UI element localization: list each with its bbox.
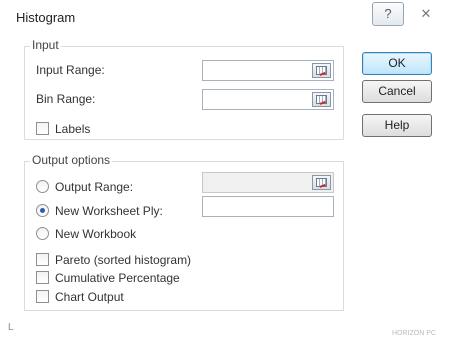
close-icon[interactable]: ✕ (410, 2, 442, 26)
new-workbook-radio-label: New Workbook (55, 227, 137, 241)
chart-output-checkbox[interactable] (36, 290, 49, 303)
bin-range-label: Bin Range: (36, 92, 96, 106)
ok-button[interactable]: OK (362, 52, 432, 75)
histogram-dialog: Histogram ? ✕ Input Input Range: Bin Ran… (0, 0, 454, 341)
cancel-button[interactable]: Cancel (362, 80, 432, 103)
bin-range-field[interactable] (202, 89, 334, 110)
output-range-radio[interactable] (36, 180, 49, 193)
new-worksheet-radio-label: New Worksheet Ply: (55, 204, 163, 218)
output-options-label: Output options (30, 153, 113, 167)
dialog-title: Histogram (16, 10, 76, 25)
output-range-collapse-icon[interactable] (312, 175, 331, 190)
cumulative-percentage-checkbox[interactable] (36, 271, 49, 284)
labels-checkbox[interactable] (36, 122, 49, 135)
new-worksheet-field[interactable] (202, 196, 334, 217)
bin-range-collapse-icon[interactable] (312, 92, 331, 107)
labels-checkbox-label: Labels (55, 122, 91, 136)
corner-mark: L (8, 322, 14, 333)
input-group-label: Input (30, 38, 61, 52)
output-range-radio-label: Output Range: (55, 180, 134, 194)
output-range-field[interactable] (202, 172, 334, 193)
cumulative-percentage-checkbox-label: Cumulative Percentage (55, 271, 180, 285)
pareto-checkbox-label: Pareto (sorted histogram) (55, 253, 192, 267)
new-worksheet-radio[interactable] (36, 204, 49, 217)
input-range-collapse-icon[interactable] (312, 63, 331, 78)
pareto-checkbox[interactable] (36, 253, 49, 266)
new-workbook-radio[interactable] (36, 227, 49, 240)
title-bar: Histogram ? ✕ (0, 0, 454, 34)
input-range-field[interactable] (202, 60, 334, 81)
help-button[interactable]: Help (362, 114, 432, 137)
chart-output-checkbox-label: Chart Output (55, 290, 124, 304)
watermark: HORIZON PC (392, 330, 436, 337)
help-question-button[interactable]: ? (372, 2, 404, 26)
input-range-label: Input Range: (36, 63, 105, 77)
